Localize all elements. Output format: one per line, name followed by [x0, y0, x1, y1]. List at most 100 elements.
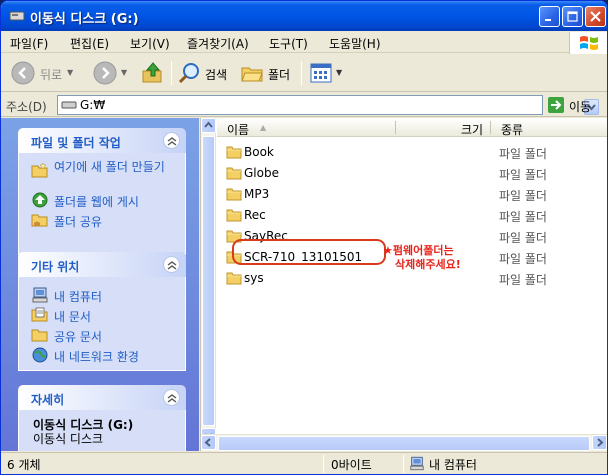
forward-arrow-icon: [93, 61, 117, 85]
title-bar[interactable]: 이동식 디스크 (G:): [1, 1, 607, 31]
place-my-documents[interactable]: 내 문서: [19, 305, 185, 325]
column-headers: 이름 ▲ 크기 종류: [217, 118, 607, 138]
status-count: 6 개체: [7, 458, 41, 472]
collapse-button[interactable]: [163, 389, 180, 406]
column-divider[interactable]: [395, 121, 396, 134]
up-folder-button[interactable]: [141, 59, 167, 87]
scrollbar-thumb[interactable]: [218, 436, 590, 451]
folder-icon: [226, 146, 242, 159]
maximize-button[interactable]: [562, 6, 583, 27]
details-body: 이동식 디스크 (G:) 이동식 디스크: [18, 410, 186, 451]
menu-edit[interactable]: 편집(E): [70, 35, 109, 52]
file-name: Globe: [244, 166, 279, 180]
task-new-folder[interactable]: 여기에 새 폴더 만들기: [19, 160, 185, 190]
address-input[interactable]: G:₩: [57, 95, 599, 115]
back-dropdown-icon[interactable]: ▼: [67, 68, 73, 77]
menu-tools[interactable]: 도구(T): [269, 35, 308, 52]
scroll-up-button[interactable]: [201, 118, 216, 133]
my-documents-icon: [31, 307, 48, 322]
task-share-folder[interactable]: 폴더 공유: [19, 210, 185, 230]
file-row[interactable]: Book 파일 폴더: [217, 142, 607, 162]
details-header[interactable]: 자세히: [18, 385, 186, 410]
file-row[interactable]: Rec 파일 폴더: [217, 205, 607, 225]
forward-dropdown-icon[interactable]: ▼: [121, 68, 127, 77]
folder-icon: [226, 272, 242, 285]
scroll-right-button[interactable]: [592, 435, 607, 450]
panel-title: 자세히: [31, 393, 65, 407]
views-dropdown-icon[interactable]: ▼: [336, 68, 342, 77]
status-size: 0바이트: [331, 458, 372, 472]
views-button[interactable]: ▼: [309, 59, 345, 87]
horizontal-scrollbar[interactable]: [201, 434, 607, 451]
column-divider[interactable]: [490, 121, 491, 134]
collapse-button[interactable]: [163, 256, 180, 273]
scrollbar-thumb[interactable]: [202, 136, 215, 426]
collapse-button[interactable]: [163, 132, 180, 149]
folders-icon: [241, 67, 263, 82]
file-list-pane: 이름 ▲ 크기 종류 Book 파일 폴더 Globe 파일 폴더 MP3 파일 폴더 Re…: [200, 118, 607, 451]
place-my-computer[interactable]: 내 컴퓨터: [19, 285, 185, 305]
back-button[interactable]: 뒤로 ▼: [11, 59, 75, 87]
file-row[interactable]: MP3 파일 폴더: [217, 184, 607, 204]
share-folder-icon: [31, 214, 48, 227]
file-list: 이름 ▲ 크기 종류 Book 파일 폴더 Globe 파일 폴더 MP3 파일 폴더 Re…: [217, 118, 607, 434]
file-row[interactable]: Globe 파일 폴더: [217, 163, 607, 183]
close-button[interactable]: [585, 6, 606, 27]
file-folder-tasks-header[interactable]: 파일 및 폴더 작업: [18, 128, 186, 153]
menu-file[interactable]: 파일(F): [10, 35, 48, 52]
column-type[interactable]: 종류: [501, 121, 523, 138]
go-label[interactable]: 이동: [569, 98, 591, 115]
views-grid-icon: [310, 63, 332, 83]
place-shared-documents[interactable]: 공유 문서: [19, 325, 185, 345]
scroll-left-button[interactable]: [201, 435, 216, 450]
place-label: 공유 문서: [54, 330, 102, 344]
up-folder-icon: [142, 62, 162, 83]
other-places-panel: 기타 위치 내 컴퓨터 내 문서 공유 문서 내 네트워크 환경: [18, 252, 186, 371]
menu-view[interactable]: 보기(V): [130, 35, 170, 52]
forward-button[interactable]: ▼: [93, 59, 133, 87]
vertical-scrollbar[interactable]: [201, 118, 216, 451]
toolbar: 뒤로 ▼ ▼ 검색 폴더 ▼: [1, 54, 607, 92]
toolbar-separator: [171, 61, 172, 85]
annotation-line: ★펌웨어폴더는: [383, 244, 454, 257]
status-bar: 6 개체 0바이트 내 컴퓨터: [1, 452, 607, 474]
sort-ascending-icon: ▲: [260, 123, 267, 132]
search-icon: [178, 63, 199, 84]
minimize-icon: [545, 19, 551, 21]
panel-title: 기타 위치: [31, 260, 80, 274]
column-size[interactable]: 크기: [461, 121, 483, 138]
web-publish-icon: [32, 192, 48, 208]
folders-button[interactable]: 폴더: [240, 59, 296, 87]
status-location: 내 컴퓨터: [429, 458, 477, 472]
file-name: Rec: [244, 208, 266, 222]
minimize-button[interactable]: [539, 6, 560, 27]
search-label: 검색: [205, 68, 228, 82]
explorer-window: 이동식 디스크 (G:) 파일(F) 편집(E) 보기(V) 즐겨찾기(A) 도…: [0, 0, 608, 475]
toolbar-separator: [301, 61, 302, 85]
chevron-right-icon: [597, 438, 604, 447]
search-button[interactable]: 검색: [177, 59, 235, 87]
other-places-header[interactable]: 기타 위치: [18, 252, 186, 277]
go-button[interactable]: [548, 97, 564, 113]
file-name: sys: [244, 271, 264, 285]
file-type: 파일 폴더: [499, 147, 547, 161]
column-name[interactable]: 이름: [227, 121, 249, 138]
folder-icon: [226, 167, 242, 180]
file-name: MP3: [244, 187, 270, 201]
status-divider: [323, 455, 324, 473]
folder-icon: [226, 209, 242, 222]
annotation-line: 삭제해주세요!: [395, 258, 461, 271]
menu-bar: 파일(F) 편집(E) 보기(V) 즐겨찾기(A) 도구(T) 도움말(H): [1, 31, 607, 54]
chevron-up-icon: [204, 121, 213, 128]
place-network[interactable]: 내 네트워크 환경: [19, 345, 185, 365]
panel-title: 파일 및 폴더 작업: [31, 136, 121, 150]
task-pane: 파일 및 폴더 작업 여기에 새 폴더 만들기 폴더를 웹에 게시 폴더 공유 …: [1, 118, 199, 451]
drive-icon: [61, 101, 77, 109]
menu-help[interactable]: 도움말(H): [329, 35, 381, 52]
network-icon: [32, 347, 48, 363]
file-type: 파일 폴더: [499, 252, 547, 266]
task-label: 여기에 새 폴더 만들기: [54, 160, 165, 174]
details-subtitle: 이동식 디스크: [33, 432, 104, 446]
menu-favorites[interactable]: 즐겨찾기(A): [187, 35, 249, 52]
task-publish-web[interactable]: 폴더를 웹에 게시: [19, 190, 185, 210]
